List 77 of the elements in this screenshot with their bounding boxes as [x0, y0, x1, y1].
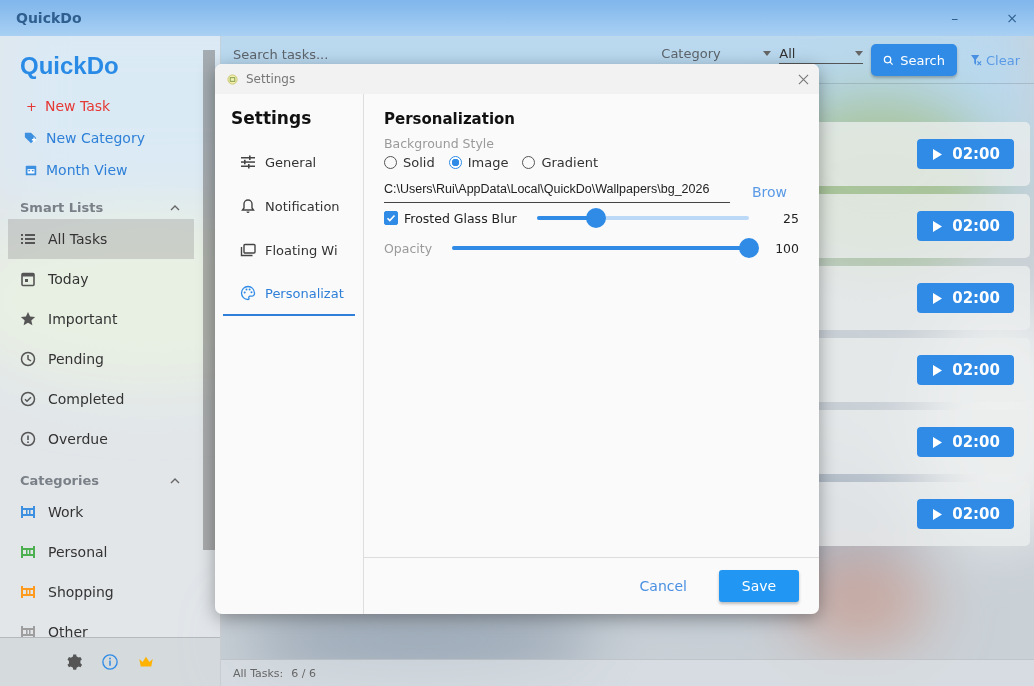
slider-value: 25 [782, 210, 799, 226]
radio-option[interactable]: Gradient [522, 155, 598, 170]
sidebar-item[interactable]: Important [8, 299, 194, 339]
caret-icon [855, 51, 864, 56]
sidebar-item[interactable]: Work [8, 492, 194, 532]
settings-tab[interactable]: Floating Wi [223, 228, 355, 272]
app-icon [227, 73, 238, 85]
status-label: All Tasks: [233, 666, 284, 680]
window-title: QuickDo [16, 10, 82, 26]
sidebar-item[interactable]: All Tasks [8, 219, 194, 259]
calendar-icon [20, 271, 36, 287]
list-icon [20, 231, 36, 247]
windows-icon [240, 242, 256, 258]
chevron-icon[interactable] [170, 477, 180, 484]
tag-icon [24, 131, 38, 145]
filter-clear-icon [971, 55, 982, 66]
section-heading: Personalization [384, 110, 517, 128]
slider-thumb[interactable] [586, 208, 607, 228]
chevron-icon[interactable] [170, 204, 180, 211]
play-icon [933, 364, 943, 376]
play-icon [933, 508, 943, 520]
star-icon [20, 311, 36, 327]
sidebar-item[interactable]: Pending [8, 339, 194, 379]
clock-icon [20, 351, 36, 367]
timer-button[interactable]: 02:00 [917, 211, 1014, 241]
timer-button[interactable]: 02:00 [917, 283, 1014, 313]
sidebar-item[interactable]: Shopping [8, 572, 194, 612]
path-field[interactable]: C:\Users\Rui\AppData\Local\QuickDo\Wallpapers\bg_2026 [384, 180, 730, 203]
calendar-icon [24, 163, 38, 177]
window-control[interactable]: × [1002, 10, 1022, 26]
radio-option[interactable]: Image [448, 155, 509, 170]
slider-label: Opacity [384, 240, 433, 256]
close-icon[interactable] [798, 73, 809, 85]
timer-button[interactable]: 02:00 [917, 355, 1014, 385]
info-icon[interactable] [101, 653, 119, 671]
settings-icon[interactable] [65, 653, 83, 671]
palette-icon [240, 285, 256, 301]
timer-button[interactable]: 02:00 [917, 499, 1014, 529]
dialog-title: Settings [246, 72, 296, 86]
settings-heading: Settings [230, 108, 313, 130]
window-control[interactable]: – [947, 10, 963, 26]
checkmark-icon [385, 212, 397, 224]
radio-option[interactable]: Solid [384, 155, 435, 170]
checkbox-label: Frosted Glass Blur [404, 210, 517, 226]
app-logo: QuickDo [19, 51, 120, 81]
slider-thumb[interactable] [739, 238, 759, 258]
play-icon [933, 436, 943, 448]
sidebar-item[interactable]: Overdue [8, 419, 194, 459]
sidebar-item[interactable]: Today [8, 259, 194, 299]
bell-icon [240, 198, 256, 214]
section-title: Smart Lists [20, 200, 104, 215]
check-circle-icon [20, 391, 36, 407]
radio-button[interactable] [448, 156, 462, 169]
caret-icon [763, 51, 772, 56]
settings-tab[interactable]: Notification [223, 184, 355, 228]
sidebar-item[interactable]: Completed [8, 379, 194, 419]
play-icon [933, 220, 943, 232]
play-icon [933, 148, 943, 160]
search-button[interactable]: Search [871, 44, 957, 76]
section-title: Categories [20, 473, 99, 488]
sidebar-item[interactable]: Personal [8, 532, 194, 572]
play-icon [933, 292, 943, 304]
status-count: 6 / 6 [291, 666, 316, 680]
search-field[interactable]: Search tasks... [233, 46, 654, 62]
category-select[interactable]: Category [661, 46, 772, 61]
slider-value: 100 [774, 240, 799, 256]
settings-tab[interactable]: General [223, 140, 355, 184]
sidebar-item[interactable]: Other [8, 612, 194, 637]
search-icon [883, 54, 895, 66]
scrollbar-thumb[interactable] [203, 50, 215, 550]
alert-icon [20, 431, 36, 447]
settings-tab[interactable]: Personalizat [223, 272, 355, 316]
checkbox[interactable] [384, 211, 398, 225]
field-label: Background Style [384, 136, 495, 151]
timer-button[interactable]: 02:00 [917, 427, 1014, 457]
sliders-icon [240, 154, 256, 170]
timer-button[interactable]: 02:00 [917, 139, 1014, 169]
